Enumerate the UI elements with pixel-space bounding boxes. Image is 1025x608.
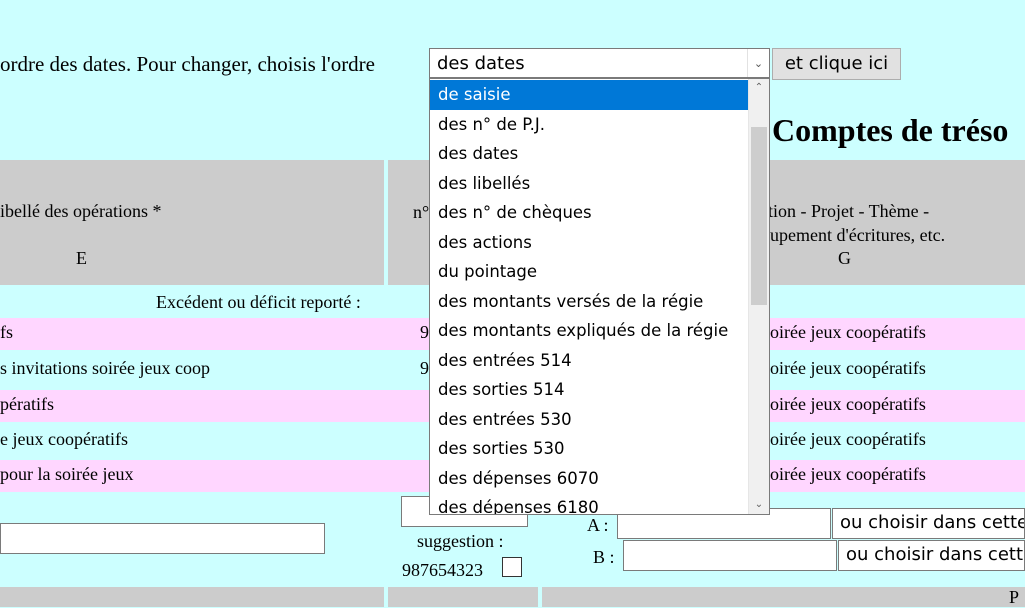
header-label-title: ibellé des opérations * bbox=[0, 201, 162, 221]
header-cell-label: ibellé des opérations * E bbox=[0, 160, 384, 285]
header-label-letter: E bbox=[76, 248, 87, 268]
dropdown-scrollbar[interactable]: ⌃ ⌄ bbox=[748, 79, 769, 514]
dropdown-option[interactable]: de saisie bbox=[430, 80, 748, 110]
dropdown-option[interactable]: des n° de chèques bbox=[430, 198, 748, 228]
dropdown-option[interactable]: des actions bbox=[430, 228, 748, 258]
footer-cell bbox=[0, 587, 384, 607]
field-b-combo[interactable]: ou choisir dans cette bbox=[838, 540, 1025, 571]
field-a-combo[interactable]: ou choisir dans cette bbox=[832, 508, 1025, 539]
chevron-down-icon: ⌄ bbox=[747, 49, 769, 77]
row-label: pératifs bbox=[0, 394, 54, 414]
suggestion-checkbox[interactable] bbox=[502, 557, 522, 577]
row-number: 9 bbox=[420, 322, 429, 342]
row-theme: oirée jeux coopératifs bbox=[770, 429, 926, 449]
dropdown-option[interactable]: des montants expliqués de la régie bbox=[430, 316, 748, 346]
row-label: pour la soirée jeux bbox=[0, 464, 134, 484]
row-label: s invitations soirée jeux coop bbox=[0, 358, 210, 378]
chevron-up-icon[interactable]: ⌃ bbox=[749, 79, 769, 97]
dropdown-option[interactable]: des dépenses 6180 bbox=[430, 493, 748, 514]
header-number-title: n° bbox=[413, 202, 430, 222]
suggestion-label: suggestion : bbox=[417, 531, 504, 551]
chevron-down-icon[interactable]: ⌄ bbox=[749, 496, 769, 514]
dropdown-option[interactable]: des sorties 514 bbox=[430, 375, 748, 405]
footer-cell: P bbox=[542, 587, 1025, 607]
sort-order-dropdown[interactable]: de saisie des n° de P.J. des dates des l… bbox=[429, 78, 770, 515]
dropdown-option[interactable]: des entrées 530 bbox=[430, 405, 748, 435]
dropdown-option[interactable]: des dates bbox=[430, 139, 748, 169]
dropdown-option[interactable]: des libellés bbox=[430, 169, 748, 199]
sort-order-select-value: des dates bbox=[437, 53, 525, 74]
dropdown-option[interactable]: des sorties 530 bbox=[430, 434, 748, 464]
footer-fragment: P bbox=[1009, 587, 1020, 607]
label-input[interactable] bbox=[0, 523, 325, 554]
apply-sort-button[interactable]: et clique ici bbox=[772, 48, 901, 80]
row-theme: oirée jeux coopératifs bbox=[770, 322, 926, 342]
row-theme: oirée jeux coopératifs bbox=[770, 464, 926, 484]
carryover-label: Excédent ou déficit reporté : bbox=[156, 292, 361, 312]
footer-cell bbox=[388, 587, 538, 607]
dropdown-option[interactable]: des n° de P.J. bbox=[430, 110, 748, 140]
row-theme: oirée jeux coopératifs bbox=[770, 358, 926, 378]
scrollbar-thumb[interactable] bbox=[751, 127, 767, 305]
dropdown-option[interactable]: du pointage bbox=[430, 257, 748, 287]
header-theme-letter: G bbox=[838, 248, 851, 268]
dropdown-option[interactable]: des montants versés de la régie bbox=[430, 287, 748, 317]
field-b-label: B : bbox=[593, 547, 615, 567]
dropdown-option[interactable]: des dépenses 6070 bbox=[430, 464, 748, 494]
row-label: fs bbox=[0, 322, 13, 342]
page-title: Comptes de tréso bbox=[772, 112, 1009, 148]
row-label: e jeux coopératifs bbox=[0, 429, 128, 449]
row-theme: oirée jeux coopératifs bbox=[770, 394, 926, 414]
field-b-input[interactable] bbox=[623, 540, 837, 571]
header-theme-title-line1: tion - Projet - Thème - bbox=[768, 201, 930, 221]
suggestion-value: 987654323 bbox=[402, 560, 483, 580]
dropdown-option[interactable]: des entrées 514 bbox=[430, 346, 748, 376]
header-theme-title-line2: upement d'écritures, etc. bbox=[770, 225, 946, 245]
row-number: 9 bbox=[420, 358, 429, 378]
sort-order-select[interactable]: des dates ⌄ bbox=[429, 48, 770, 78]
sort-order-instruction: ordre des dates. Pour changer, choisis l… bbox=[0, 52, 375, 76]
field-a-label: A : bbox=[587, 515, 609, 535]
